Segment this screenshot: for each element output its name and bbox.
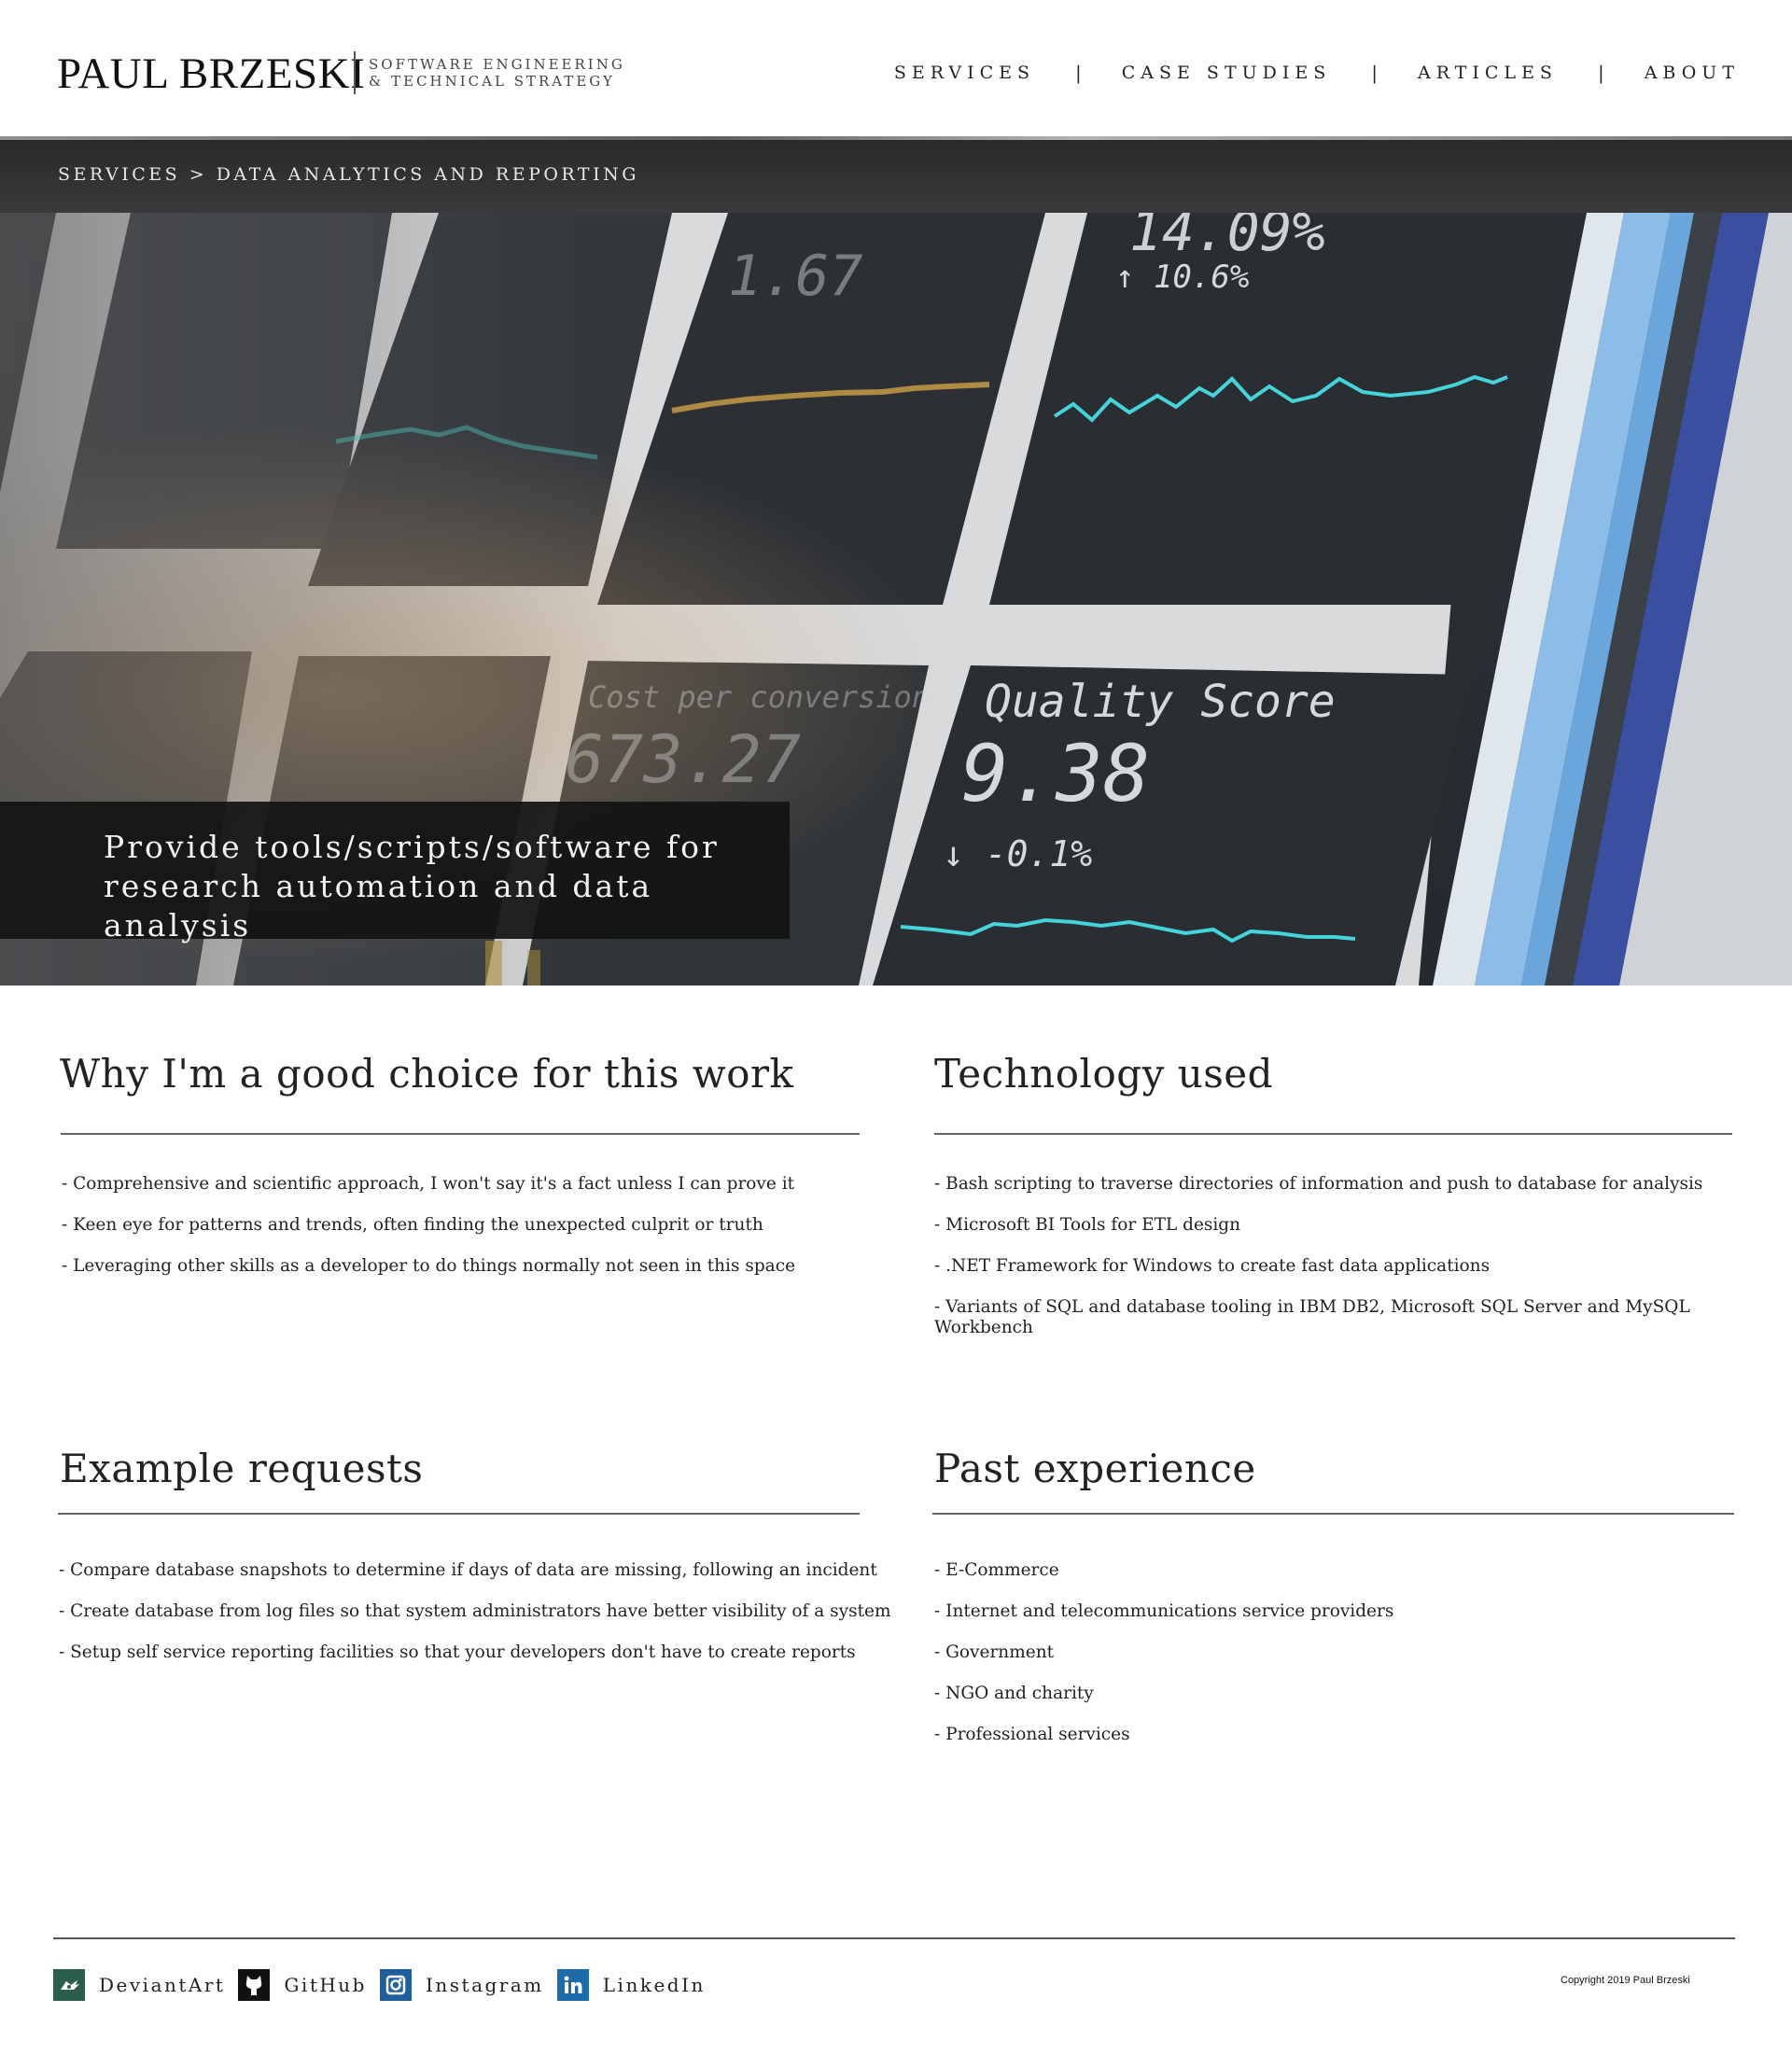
- social-link-deviantart[interactable]: DeviantArt: [53, 1969, 225, 2001]
- social-label: DeviantArt: [99, 1974, 226, 1996]
- linkedin-icon: [556, 1969, 589, 2001]
- social-link-github[interactable]: GitHub: [238, 1969, 367, 2001]
- copyright-text: Copyright 2019 Paul Brzeski: [1561, 1975, 1690, 1986]
- section-divider: [61, 1133, 860, 1135]
- nav-case-studies[interactable]: CASE STUDIES: [1122, 63, 1332, 83]
- social-label: Instagram: [426, 1974, 544, 1996]
- site-header: PAUL BRZESKI SOFTWARE ENGINEERING & TECH…: [0, 0, 1792, 136]
- list-item: - Keen eye for patterns and trends, ofte…: [62, 1215, 763, 1235]
- section-why: Why I'm a good choice for this work - Co…: [60, 1051, 860, 1276]
- list-item: - Comprehensive and scientific approach,…: [62, 1174, 795, 1194]
- hero-quality-label: Quality Score: [985, 676, 1336, 728]
- list-item: - .NET Framework for Windows to create f…: [934, 1256, 1491, 1276]
- tagline-line-1: SOFTWARE ENGINEERING: [369, 56, 625, 73]
- hero-stat-cost-label: Cost per conversion: [588, 679, 930, 715]
- social-link-instagram[interactable]: Instagram: [380, 1969, 544, 2001]
- hero-stat-top-right-delta: ↑ 10.6%: [1115, 259, 1249, 296]
- list-item: - Leveraging other skills as a developer…: [62, 1256, 796, 1276]
- social-label: LinkedIn: [602, 1974, 706, 1996]
- hero-quality-delta: ↓ -0.1%: [943, 833, 1092, 874]
- hero-quality-value: 9.38: [961, 728, 1150, 819]
- section-technology-list: - Bash scripting to traverse directories…: [934, 1174, 1709, 1338]
- list-item: - Government: [934, 1643, 1055, 1662]
- list-item: - Variants of SQL and database tooling i…: [934, 1297, 1690, 1337]
- brand-divider: [354, 51, 356, 94]
- github-icon: [238, 1969, 271, 2001]
- nav-separator: |: [1371, 62, 1379, 84]
- section-divider: [932, 1513, 1734, 1515]
- nav-services[interactable]: SERVICES: [894, 63, 1035, 83]
- list-item: - NGO and charity: [934, 1684, 1094, 1703]
- social-label: GitHub: [284, 1974, 367, 1996]
- tagline-line-2: & TECHNICAL STRATEGY: [369, 73, 615, 90]
- section-examples-list: - Compare database snapshots to determin…: [59, 1560, 899, 1663]
- main-nav: SERVICES | CASE STUDIES | ARTICLES | ABO…: [894, 62, 1740, 84]
- deviantart-icon: [53, 1969, 85, 2001]
- social-link-linkedin[interactable]: LinkedIn: [556, 1969, 706, 2001]
- instagram-icon: [380, 1969, 412, 2001]
- list-item: - Bash scripting to traverse directories…: [934, 1174, 1703, 1194]
- list-item: - Microsoft BI Tools for ETL design: [934, 1215, 1241, 1235]
- list-item: - Professional services: [934, 1725, 1130, 1744]
- section-divider: [58, 1513, 860, 1515]
- breadcrumb-separator: >: [189, 164, 208, 185]
- section-technology-title: Technology used: [934, 1051, 1274, 1097]
- brand-name[interactable]: PAUL BRZESKI: [57, 49, 365, 100]
- nav-separator: |: [1597, 62, 1604, 84]
- section-examples: Example requests - Compare database snap…: [58, 1446, 891, 1662]
- social-links: DeviantArt GitHub Instagram LinkedIn: [53, 1969, 719, 2001]
- section-why-list: - Comprehensive and scientific approach,…: [62, 1174, 883, 1277]
- section-experience: Past experience - E-Commerce - Internet …: [932, 1446, 1734, 1744]
- brand-tagline: SOFTWARE ENGINEERING & TECHNICAL STRATEG…: [369, 56, 625, 90]
- section-examples-title: Example requests: [60, 1446, 424, 1491]
- hero-stat-cost-value: 673.27: [565, 721, 801, 798]
- hero-caption-line-1: Provide tools/scripts/software for: [104, 829, 720, 865]
- section-technology: Technology used - Bash scripting to trav…: [934, 1051, 1732, 1337]
- list-item: - E-Commerce: [934, 1560, 1059, 1580]
- hero-caption: Provide tools/scripts/software for resea…: [0, 802, 790, 944]
- hero-caption-text: Provide tools/scripts/software for resea…: [104, 828, 776, 945]
- nav-articles[interactable]: ARTICLES: [1418, 63, 1558, 83]
- hero-stat-top-mid: 1.67: [728, 244, 863, 309]
- breadcrumb-services-link[interactable]: SERVICES: [58, 164, 180, 185]
- hero-caption-line-2: research automation and data analysis: [104, 868, 653, 944]
- breadcrumb: SERVICES > DATA ANALYTICS AND REPORTING: [58, 164, 639, 185]
- nav-about[interactable]: ABOUT: [1645, 63, 1740, 83]
- hero-stat-top-right: 14.09%: [1129, 213, 1325, 263]
- footer-divider: [53, 1937, 1735, 1939]
- list-item: - Compare database snapshots to determin…: [59, 1560, 877, 1580]
- section-experience-title: Past experience: [934, 1446, 1256, 1491]
- nav-separator: |: [1075, 62, 1082, 84]
- breadcrumb-current: DATA ANALYTICS AND REPORTING: [216, 164, 639, 185]
- hero-banner: 14.09% ↑ 10.6% 1.67 Cost per conversion …: [0, 213, 1792, 986]
- section-why-title: Why I'm a good choice for this work: [60, 1051, 794, 1097]
- breadcrumb-bar: SERVICES > DATA ANALYTICS AND REPORTING: [0, 136, 1792, 213]
- list-item: - Internet and telecommunications servic…: [934, 1601, 1394, 1621]
- section-divider: [934, 1133, 1732, 1135]
- list-item: - Setup self service reporting facilitie…: [59, 1643, 856, 1662]
- list-item: - Create database from log files so that…: [59, 1601, 891, 1621]
- section-experience-list: - E-Commerce - Internet and telecommunic…: [934, 1560, 1718, 1745]
